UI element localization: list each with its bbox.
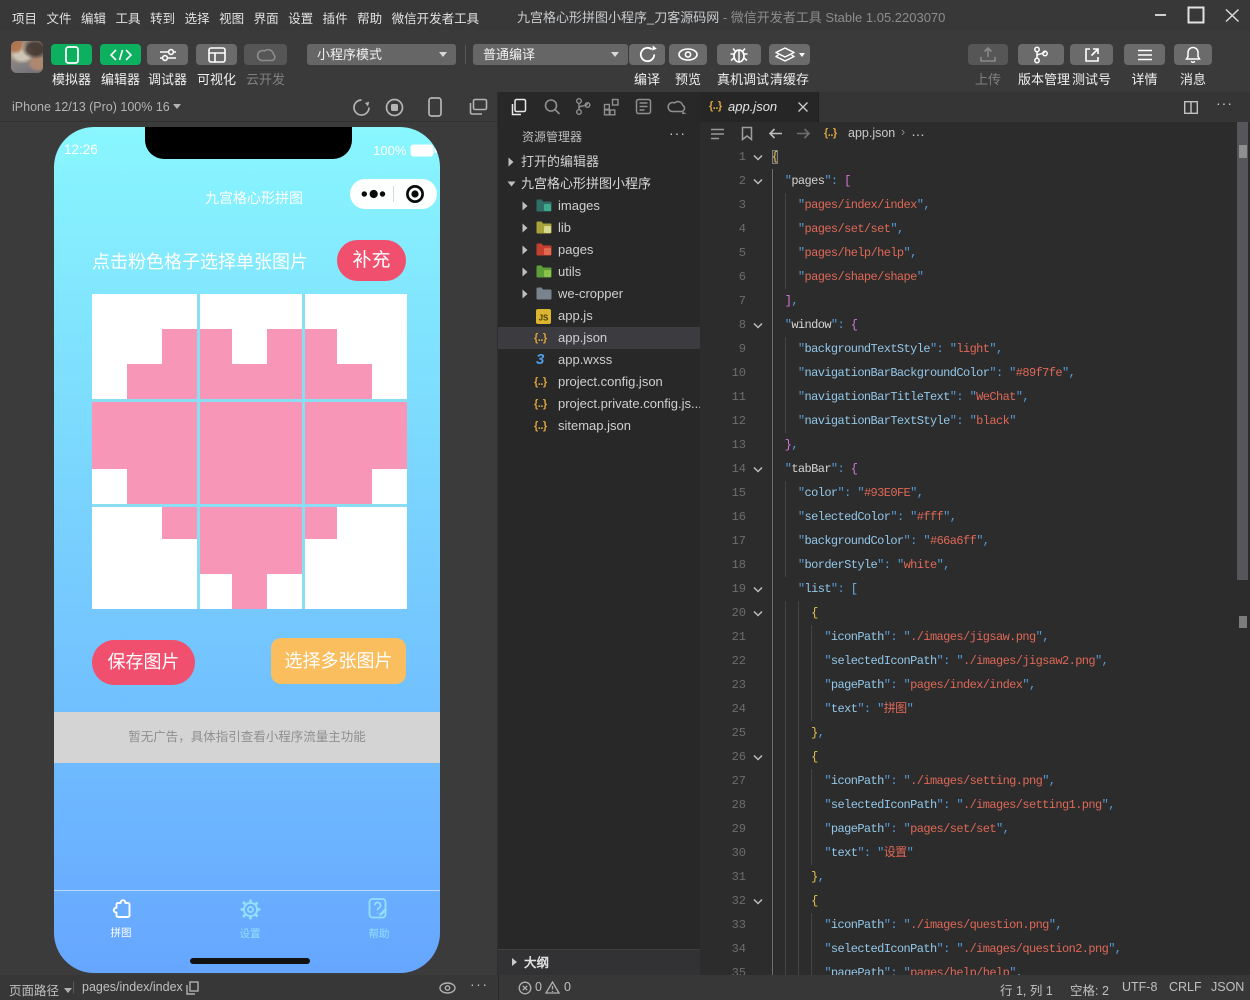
svg-text:JS: JS	[539, 314, 549, 323]
